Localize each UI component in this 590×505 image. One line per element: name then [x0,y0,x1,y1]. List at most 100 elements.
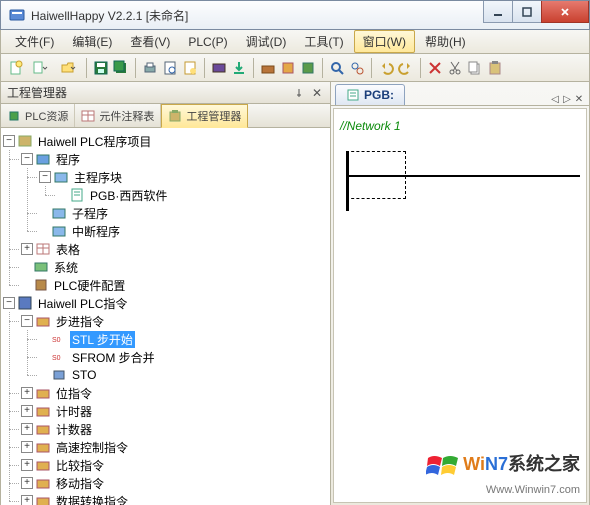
panel-close-icon[interactable]: ✕ [310,86,324,100]
tb-page[interactable] [181,59,199,77]
node-instructions[interactable]: Haiwell PLC指令 [36,295,129,312]
node-timer[interactable]: 计时器 [54,403,94,420]
tab-project-manager[interactable]: 工程管理器 [161,104,248,128]
tb-save[interactable] [92,59,110,77]
editor-tab-label: PGB: [364,88,394,102]
menu-help[interactable]: 帮助(H) [417,31,474,52]
node-hwconfig[interactable]: PLC硬件配置 [52,277,127,294]
tab-close-icon[interactable]: ✕ [573,94,585,105]
menu-plc[interactable]: PLC(P) [180,33,235,51]
program-icon [69,187,85,203]
editor-tab-pgb[interactable]: PGB: [335,84,405,105]
tab-prev-icon[interactable]: ◁ [549,94,561,105]
menu-edit[interactable]: 编辑(E) [64,31,120,52]
rung-wire [346,175,580,177]
tb-download[interactable] [230,59,248,77]
node-subprog[interactable]: 子程序 [70,205,110,222]
node-main-block[interactable]: 主程序块 [72,169,124,186]
tb-new-dd[interactable] [27,59,53,77]
tb-cut[interactable] [446,59,464,77]
expand-icon[interactable]: + [21,243,33,255]
pin-icon[interactable] [292,86,306,100]
tb-build[interactable] [259,59,277,77]
node-sfrom[interactable]: SFROM 步合并 [70,349,157,366]
expand-icon[interactable]: + [21,405,33,417]
hw-icon [33,277,49,293]
folder-icon [35,403,51,419]
menu-file[interactable]: 文件(F) [7,31,62,52]
menu-window[interactable]: 窗口(W) [354,30,415,53]
node-programs[interactable]: 程序 [54,151,82,168]
menu-debug[interactable]: 调试(D) [238,31,295,52]
expand-icon[interactable]: − [21,153,33,165]
tb-delete[interactable] [426,59,444,77]
node-project[interactable]: Haiwell PLC程序项目 [36,133,153,150]
tb-replace[interactable] [348,59,366,77]
toolbar [0,54,590,82]
tb-preview[interactable] [161,59,179,77]
tb-paste[interactable] [486,59,504,77]
tab-next-icon[interactable]: ▷ [561,94,573,105]
expand-icon[interactable]: + [21,423,33,435]
tb-find[interactable] [328,59,346,77]
tb-new[interactable] [7,59,25,77]
folder-icon [35,421,51,437]
instr-icon [17,295,33,311]
left-panel: 工程管理器 ✕ PLC资源 元件注释表 工程管理器 − [1,82,331,505]
tb-compile[interactable] [210,59,228,77]
ladder-rung [340,151,580,211]
minimize-button[interactable] [483,1,513,23]
node-bit[interactable]: 位指令 [54,385,94,402]
tb-upload[interactable] [279,59,297,77]
ladder-canvas[interactable]: //Network 1 WiN7系统之家 Www.Winwin7.com [333,108,587,503]
expand-icon[interactable]: − [39,171,51,183]
svg-text:S0: S0 [52,355,61,362]
node-sto[interactable]: STO [70,368,98,382]
panel-title: 工程管理器 [7,84,67,101]
tb-undo[interactable] [377,59,395,77]
node-stl[interactable]: STL 步开始 [70,331,135,348]
node-move[interactable]: 移动指令 [54,475,106,492]
tb-dn[interactable] [299,59,317,77]
node-intprog[interactable]: 中断程序 [70,223,122,240]
tb-copy[interactable] [466,59,484,77]
folder-icon [35,313,51,329]
expand-icon[interactable]: − [21,315,33,327]
node-convert[interactable]: 数据转换指令 [54,493,130,505]
folder-icon [35,151,51,167]
node-step[interactable]: 步进指令 [54,313,106,330]
node-system[interactable]: 系统 [52,259,80,276]
tab-plc-resource[interactable]: PLC资源 [1,104,75,127]
tb-open[interactable] [55,59,81,77]
expand-icon[interactable]: + [21,387,33,399]
menu-view[interactable]: 查看(V) [122,31,178,52]
tab-label: 工程管理器 [186,108,241,124]
block-icon [51,223,67,239]
main-area: 工程管理器 ✕ PLC资源 元件注释表 工程管理器 − [0,82,590,505]
expand-icon[interactable]: + [21,495,33,505]
expand-icon[interactable]: − [3,135,15,147]
chip-icon [7,109,21,123]
project-tree[interactable]: − Haiwell PLC程序项目 − 程序 [1,128,330,505]
node-pgb[interactable]: PGB·西西软件 [88,187,169,204]
tb-redo[interactable] [397,59,415,77]
folder-icon [35,457,51,473]
menu-tool[interactable]: 工具(T) [296,31,351,52]
maximize-button[interactable] [512,1,542,23]
wm-url: Www.Winwin7.com [486,484,580,496]
expand-icon[interactable]: + [21,477,33,489]
tab-comments[interactable]: 元件注释表 [75,104,161,127]
tb-sep2 [135,58,136,78]
node-counter[interactable]: 计数器 [54,421,94,438]
node-compare[interactable]: 比较指令 [54,457,106,474]
close-button[interactable] [541,1,589,23]
right-panel: PGB: ◁ ▷ ✕ //Network 1 WiN7系统之家 [331,82,589,505]
node-hispeed[interactable]: 高速控制指令 [54,439,130,456]
tb-print[interactable] [141,59,159,77]
expand-icon[interactable]: + [21,459,33,471]
tb-saveall[interactable] [112,59,130,77]
expand-icon[interactable]: − [3,297,15,309]
sfrom-icon: S0 [51,349,67,365]
node-tables[interactable]: 表格 [54,241,82,258]
expand-icon[interactable]: + [21,441,33,453]
